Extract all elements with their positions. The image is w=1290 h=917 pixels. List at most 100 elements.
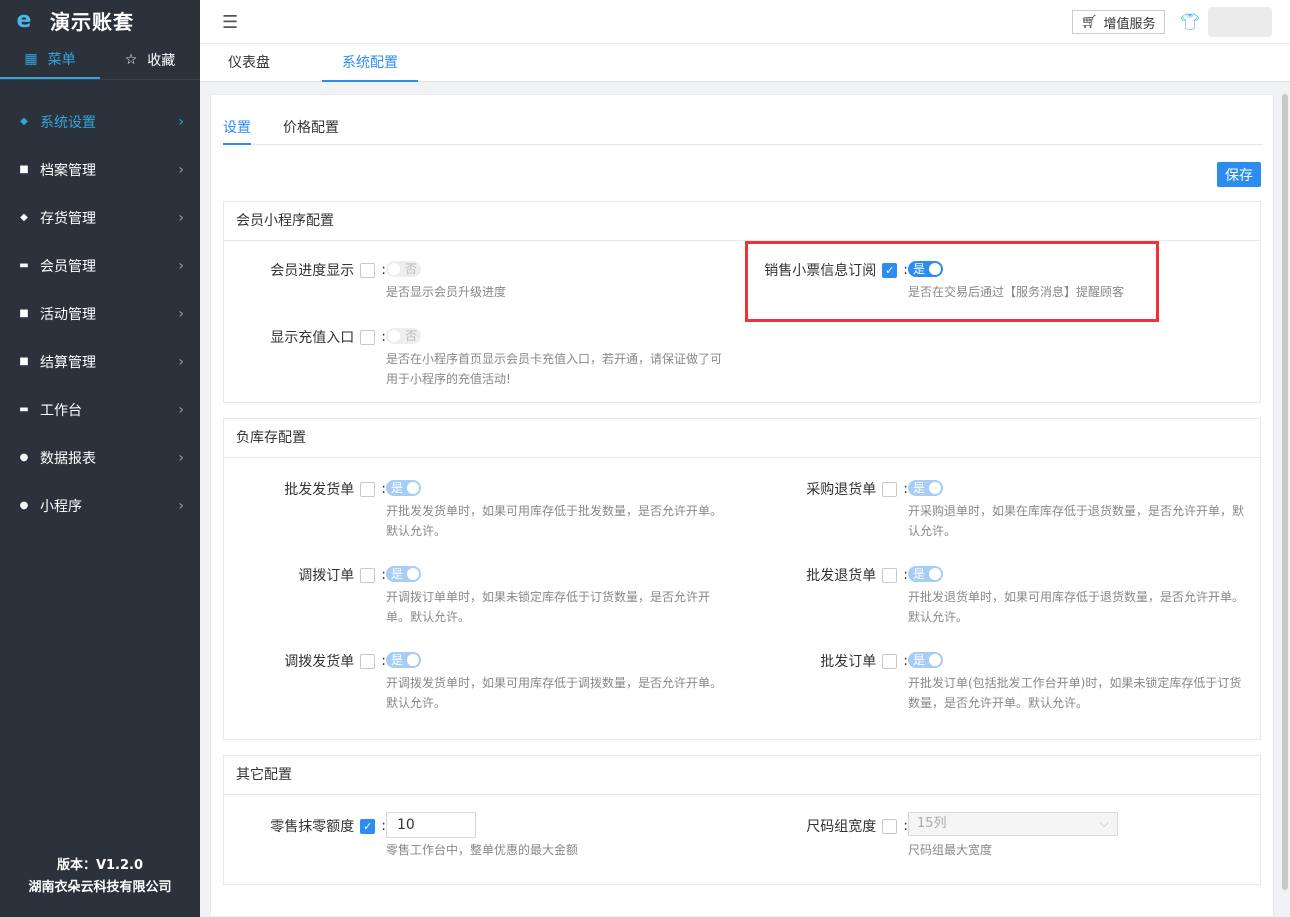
help-line: 开批发发货单时，如果可用库存低于批发数量，是否允许开单。: [386, 504, 723, 518]
panel-title: 其它配置: [224, 756, 1260, 795]
switch-text: 是: [913, 481, 926, 495]
tab-price-config[interactable]: 价格配置: [283, 117, 339, 145]
sidebar-item-label: 工作台: [40, 403, 82, 419]
switch-knob: [407, 482, 419, 494]
help-line: 单。默认允许。: [386, 610, 471, 624]
sidebar-item-activities[interactable]: ■ 活动管理 ›: [0, 290, 200, 338]
switch-text: 是: [913, 653, 926, 667]
sidebar-item-system-settings[interactable]: ◆ 系统设置 ›: [0, 98, 200, 146]
tab-menu[interactable]: ▦ 菜单: [0, 40, 100, 79]
sidebar-item-label: 会员管理: [40, 259, 96, 275]
version-text: 版本：V1.2.0: [56, 858, 144, 873]
field-checkbox[interactable]: [360, 329, 376, 345]
top-bar: ☰ 🛒︎ 增值服务 👕︎: [200, 0, 1290, 44]
highlight-box: [745, 241, 1159, 322]
sidebar: e 演示账套 ▦ 菜单 ☆ 收藏 ◆ 系统设置 › ■ 档案管理 › ◆ 存货管理 › ▬ 会…: [0, 0, 200, 917]
size-group-width-select[interactable]: 15列 ⌵: [908, 812, 1118, 836]
pie-icon: ●: [19, 452, 29, 463]
other-config-panel: 其它配置 零售抹零额度 ✓: 10 零售工作台中，整单优惠的最大金额 尺码组宽度:…: [223, 755, 1261, 885]
switch-text: 是: [391, 567, 404, 581]
sidebar-item-settlement[interactable]: ■ 结算管理 ›: [0, 338, 200, 386]
chevron-right-icon: ›: [178, 498, 184, 514]
vertical-scrollbar[interactable]: [1282, 94, 1288, 890]
tab-settings[interactable]: 设置: [223, 117, 251, 145]
switch-knob: [388, 263, 400, 275]
tab-system-config[interactable]: 系统配置: [322, 44, 418, 82]
help-text: 是否在小程序首页显示会员卡充值入口，若开通，请保证做了可 用于小程序的充值活动!: [386, 349, 722, 389]
help-line: 开采购退单时，如果在库库存低于退货数量，是否允许开单，默: [908, 504, 1245, 518]
help-line: 认允许。: [908, 524, 957, 538]
sidebar-item-mini-program[interactable]: ● 小程序 ›: [0, 482, 200, 530]
field-label-group: 会员进度显示 :: [270, 260, 386, 280]
grid-icon: ▦: [24, 50, 38, 67]
negative-stock-panel: 负库存配置 批发发货单: 是 开批发发货单时，如果可用库存低于批发数量，是否允许…: [223, 418, 1261, 740]
settings-subtabs: 设置 价格配置: [223, 113, 1263, 145]
help-line: 开调拨发货单时，如果可用库存低于调拨数量，是否允许开单。: [386, 676, 723, 690]
field-label: 采购退货单: [806, 482, 877, 498]
menu-fold-icon[interactable]: ☰: [222, 12, 238, 33]
sidebar-item-label: 小程序: [40, 499, 82, 515]
field-label: 会员进度显示: [270, 263, 355, 279]
value-added-services-button[interactable]: 🛒︎ 增值服务: [1072, 10, 1165, 34]
sidebar-item-archives[interactable]: ■ 档案管理 ›: [0, 146, 200, 194]
transfer-shipment-switch[interactable]: 是: [386, 652, 421, 668]
card-icon: ▬: [19, 260, 29, 271]
help-line: 用于小程序的充值活动!: [386, 372, 511, 386]
field-label: 显示充值入口: [270, 330, 355, 346]
cart-icon: 🛒︎: [1081, 14, 1098, 30]
recharge-entry-switch[interactable]: 否: [386, 328, 421, 344]
field-checkbox[interactable]: [360, 653, 376, 669]
field-checkbox[interactable]: [360, 567, 376, 583]
field-checkbox[interactable]: [882, 653, 898, 669]
chevron-right-icon: ›: [178, 258, 184, 274]
switch-knob: [388, 330, 400, 342]
field-checkbox[interactable]: [360, 262, 376, 278]
member-progress-switch[interactable]: 否: [386, 261, 421, 277]
tab-dashboard[interactable]: 仪表盘: [228, 44, 270, 82]
sidebar-item-label: 活动管理: [40, 307, 96, 323]
switch-knob: [407, 654, 419, 666]
field-label-group: 采购退货单:: [806, 479, 908, 499]
sidebar-item-inventory[interactable]: ◆ 存货管理 ›: [0, 194, 200, 242]
sidebar-item-reports[interactable]: ● 数据报表 ›: [0, 434, 200, 482]
field-checkbox[interactable]: [360, 481, 376, 497]
shirt-icon[interactable]: 👕︎: [1180, 12, 1200, 31]
tab-menu-label: 菜单: [47, 51, 76, 68]
value-added-services-label: 增值服务: [1103, 16, 1156, 32]
wholesale-shipment-switch[interactable]: 是: [386, 480, 421, 496]
field-checkbox[interactable]: [882, 567, 898, 583]
wholesale-return-switch[interactable]: 是: [908, 566, 943, 582]
company-name: 湖南衣朵云科技有限公司: [28, 880, 172, 895]
chevron-right-icon: ›: [178, 162, 184, 178]
field-checkbox-checked[interactable]: ✓: [360, 818, 376, 834]
sidebar-item-members[interactable]: ▬ 会员管理 ›: [0, 242, 200, 290]
save-button[interactable]: 保存: [1217, 162, 1261, 187]
sidebar-item-label: 存货管理: [40, 211, 96, 227]
switch-knob: [407, 568, 419, 580]
help-text: 开采购退单时，如果在库库存低于退货数量，是否允许开单，默 认允许。: [908, 501, 1244, 541]
chevron-right-icon: ›: [178, 210, 184, 226]
tab-favorites[interactable]: ☆ 收藏: [100, 40, 200, 79]
field-label-group: 批发发货单:: [284, 479, 386, 499]
purchase-return-switch[interactable]: 是: [908, 480, 943, 496]
chevron-right-icon: ›: [178, 402, 184, 418]
help-line: 默认允许。: [386, 524, 447, 538]
field-label-group: 尺码组宽度:: [806, 816, 908, 836]
register-icon: ■: [19, 356, 29, 367]
field-label-group: 批发退货单:: [806, 565, 908, 585]
rounding-limit-input[interactable]: 10: [386, 812, 476, 838]
chevron-down-icon: ⌵: [1099, 816, 1109, 831]
switch-text: 是: [391, 653, 404, 667]
field-checkbox[interactable]: [882, 481, 898, 497]
field-checkbox[interactable]: [882, 818, 898, 834]
switch-knob: [929, 568, 941, 580]
field-label-group: 调拨发货单:: [284, 651, 386, 671]
sidebar-item-workbench[interactable]: ▬ 工作台 ›: [0, 386, 200, 434]
help-line: 默认允许。: [386, 696, 447, 710]
wholesale-order-switch[interactable]: 是: [908, 652, 943, 668]
field-label-group: 批发订单:: [820, 651, 908, 671]
user-avatar[interactable]: [1208, 7, 1272, 37]
transfer-order-switch[interactable]: 是: [386, 566, 421, 582]
field-label: 零售抹零额度: [270, 819, 355, 835]
help-text: 零售工作台中，整单优惠的最大金额: [386, 843, 579, 857]
